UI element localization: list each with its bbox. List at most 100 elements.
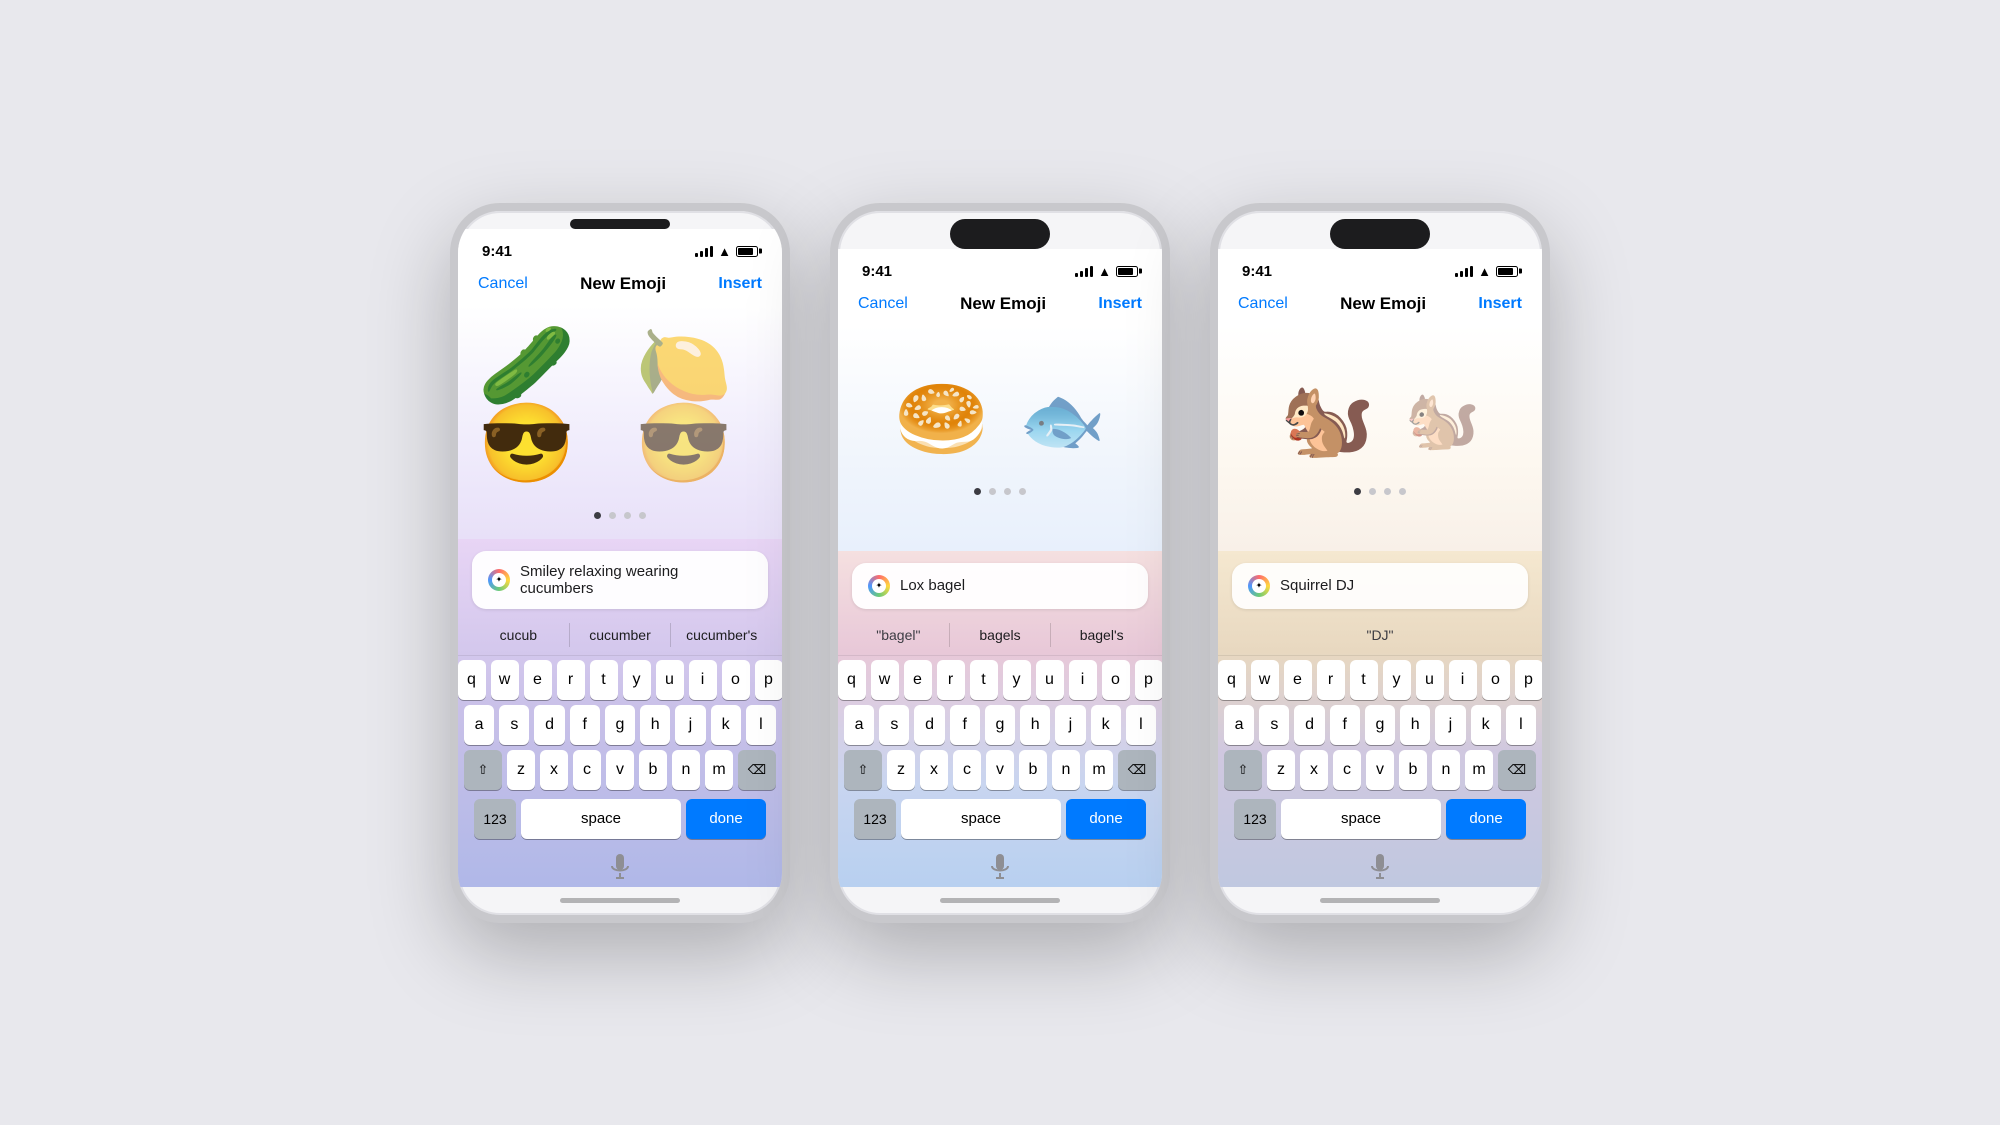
emoji-cucumber-face[interactable]: 🥒😎 (478, 326, 605, 482)
cancel-button-3[interactable]: Cancel (1238, 295, 1288, 313)
key-i-3[interactable]: i (1449, 660, 1477, 700)
space-key-3[interactable]: space (1281, 799, 1441, 839)
key-x-2[interactable]: x (920, 750, 948, 790)
key-e[interactable]: e (524, 660, 552, 700)
key-q-3[interactable]: q (1218, 660, 1246, 700)
emoji-squirrel-small[interactable]: 🐿️ (1405, 390, 1480, 450)
key-j[interactable]: j (675, 705, 705, 745)
search-field-text-3[interactable]: Squirrel DJ (1280, 577, 1512, 594)
autocomplete-2-3[interactable]: bagel's (1051, 623, 1152, 647)
nums-key-3[interactable]: 123 (1234, 799, 1276, 839)
key-x[interactable]: x (540, 750, 568, 790)
key-l-2[interactable]: l (1126, 705, 1156, 745)
key-n[interactable]: n (672, 750, 700, 790)
key-v-3[interactable]: v (1366, 750, 1394, 790)
mic-button-2[interactable] (984, 851, 1016, 883)
key-g[interactable]: g (605, 705, 635, 745)
key-b-3[interactable]: b (1399, 750, 1427, 790)
key-b-2[interactable]: b (1019, 750, 1047, 790)
key-z-2[interactable]: z (887, 750, 915, 790)
key-j-2[interactable]: j (1055, 705, 1085, 745)
key-p-3[interactable]: p (1515, 660, 1543, 700)
key-q-2[interactable]: q (838, 660, 866, 700)
key-k[interactable]: k (711, 705, 741, 745)
insert-button-2[interactable]: Insert (1098, 295, 1142, 313)
autocomplete-1-2[interactable]: cucumber (570, 623, 672, 647)
key-u-3[interactable]: u (1416, 660, 1444, 700)
space-key-2[interactable]: space (901, 799, 1061, 839)
nums-key-1[interactable]: 123 (474, 799, 516, 839)
cancel-button-1[interactable]: Cancel (478, 275, 528, 293)
key-a[interactable]: a (464, 705, 494, 745)
emoji-lox-bagel-2[interactable]: 🐟 (1019, 385, 1106, 455)
key-w-3[interactable]: w (1251, 660, 1279, 700)
key-s-3[interactable]: s (1259, 705, 1289, 745)
key-p[interactable]: p (755, 660, 783, 700)
key-c[interactable]: c (573, 750, 601, 790)
shift-key-3[interactable]: ⇧ (1224, 750, 1262, 790)
shift-key-2[interactable]: ⇧ (844, 750, 882, 790)
backspace-key-1[interactable]: ⌫ (738, 750, 776, 790)
search-field-text-2[interactable]: Lox bagel (900, 577, 1132, 594)
autocomplete-2-1[interactable]: "bagel" (848, 623, 950, 647)
backspace-key-3[interactable]: ⌫ (1498, 750, 1536, 790)
emoji-lemon-face[interactable]: 🍋😎 (635, 326, 762, 482)
nums-key-2[interactable]: 123 (854, 799, 896, 839)
key-r-2[interactable]: r (937, 660, 965, 700)
search-field-1[interactable]: ✦ Smiley relaxing wearing cucumbers (472, 551, 768, 609)
key-t-2[interactable]: t (970, 660, 998, 700)
key-z-3[interactable]: z (1267, 750, 1295, 790)
key-u-2[interactable]: u (1036, 660, 1064, 700)
key-k-2[interactable]: k (1091, 705, 1121, 745)
key-t-3[interactable]: t (1350, 660, 1378, 700)
done-key-3[interactable]: done (1446, 799, 1526, 839)
key-e-2[interactable]: e (904, 660, 932, 700)
key-m-3[interactable]: m (1465, 750, 1493, 790)
key-i[interactable]: i (689, 660, 717, 700)
key-w[interactable]: w (491, 660, 519, 700)
key-c-3[interactable]: c (1333, 750, 1361, 790)
space-key-1[interactable]: space (521, 799, 681, 839)
backspace-key-2[interactable]: ⌫ (1118, 750, 1156, 790)
key-h-3[interactable]: h (1400, 705, 1430, 745)
key-o[interactable]: o (722, 660, 750, 700)
search-field-text-1[interactable]: Smiley relaxing wearing cucumbers (520, 563, 752, 597)
key-o-2[interactable]: o (1102, 660, 1130, 700)
key-n-2[interactable]: n (1052, 750, 1080, 790)
key-y-2[interactable]: y (1003, 660, 1031, 700)
key-d-3[interactable]: d (1294, 705, 1324, 745)
cancel-button-2[interactable]: Cancel (858, 295, 908, 313)
shift-key-1[interactable]: ⇧ (464, 750, 502, 790)
key-m-2[interactable]: m (1085, 750, 1113, 790)
key-r-3[interactable]: r (1317, 660, 1345, 700)
search-field-2[interactable]: ✦ Lox bagel (852, 563, 1148, 609)
mic-button-3[interactable] (1364, 851, 1396, 883)
done-key-1[interactable]: done (686, 799, 766, 839)
key-j-3[interactable]: j (1435, 705, 1465, 745)
key-l[interactable]: l (746, 705, 776, 745)
key-p-2[interactable]: p (1135, 660, 1163, 700)
emoji-squirrel-dj[interactable]: 🐿️ (1280, 382, 1375, 458)
key-a-2[interactable]: a (844, 705, 874, 745)
insert-button-3[interactable]: Insert (1478, 295, 1522, 313)
key-c-2[interactable]: c (953, 750, 981, 790)
insert-button-1[interactable]: Insert (718, 275, 762, 293)
key-f-3[interactable]: f (1330, 705, 1360, 745)
key-u[interactable]: u (656, 660, 684, 700)
autocomplete-1-3[interactable]: cucumber's (671, 623, 772, 647)
key-v[interactable]: v (606, 750, 634, 790)
key-l-3[interactable]: l (1506, 705, 1536, 745)
key-y-3[interactable]: y (1383, 660, 1411, 700)
autocomplete-2-2[interactable]: bagels (950, 623, 1052, 647)
mic-button-1[interactable] (604, 851, 636, 883)
key-g-3[interactable]: g (1365, 705, 1395, 745)
key-z[interactable]: z (507, 750, 535, 790)
key-b[interactable]: b (639, 750, 667, 790)
key-m[interactable]: m (705, 750, 733, 790)
key-a-3[interactable]: a (1224, 705, 1254, 745)
key-h-2[interactable]: h (1020, 705, 1050, 745)
key-s[interactable]: s (499, 705, 529, 745)
emoji-lox-bagel[interactable]: 🥯 (894, 382, 989, 458)
key-f[interactable]: f (570, 705, 600, 745)
key-x-3[interactable]: x (1300, 750, 1328, 790)
